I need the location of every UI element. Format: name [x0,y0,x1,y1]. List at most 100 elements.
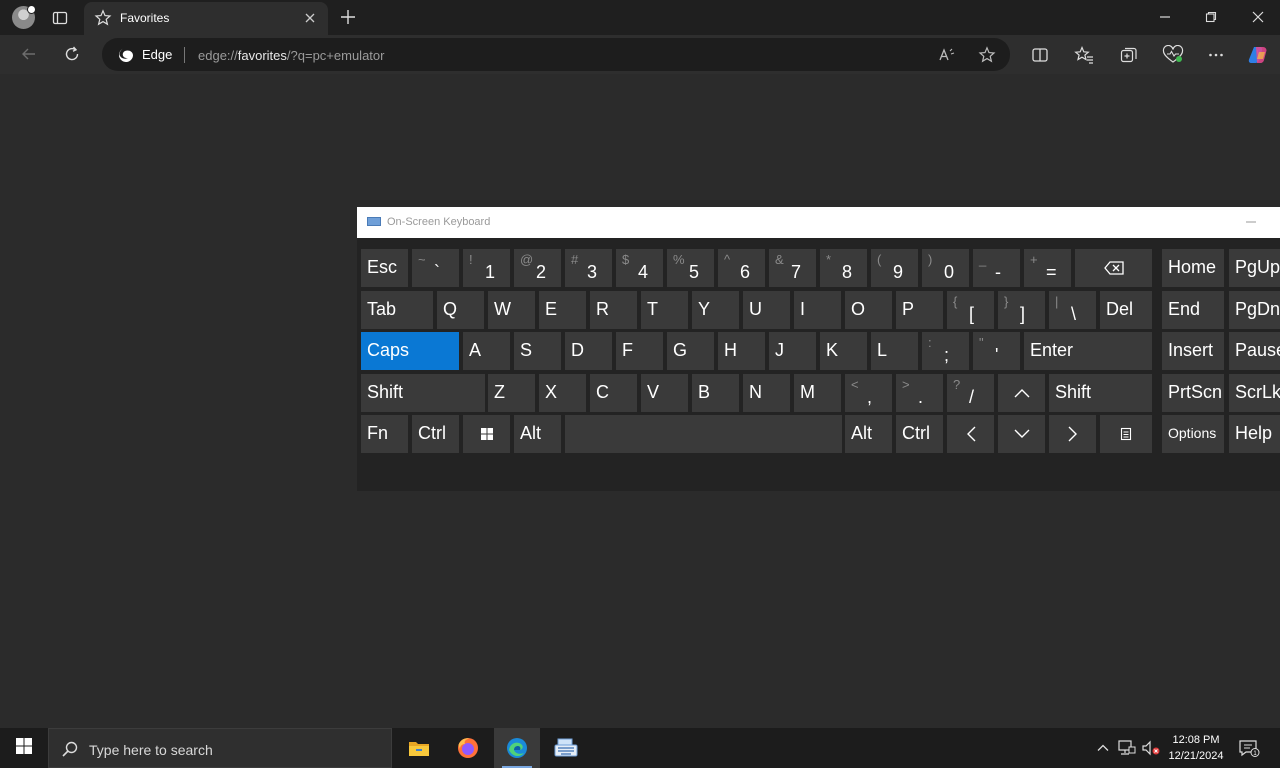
key-7[interactable]: & 7 [769,249,816,287]
key-home[interactable]: Home [1162,249,1224,287]
key-i[interactable]: I [794,291,841,329]
key-shift[interactable]: Shift [361,374,485,412]
firefox-icon[interactable] [445,728,491,768]
notification-center-icon[interactable]: 1 [1238,738,1260,758]
tab-actions-icon[interactable] [50,8,70,28]
key-a[interactable]: A [463,332,510,370]
key-shift[interactable]: Shift [1049,374,1152,412]
browser-essentials-icon[interactable] [1161,43,1185,67]
key-0[interactable]: ) 0 [922,249,969,287]
key-ctrl[interactable]: Ctrl [896,415,943,453]
key-fn[interactable]: Fn [361,415,408,453]
minimize-button[interactable] [1150,6,1180,28]
key-enter[interactable]: Enter [1024,332,1152,370]
key-q[interactable]: Q [437,291,484,329]
tab-favorites[interactable]: Favorites [84,2,328,35]
key-pgup[interactable]: PgUp [1229,249,1280,287]
key-quote[interactable]: " ' [973,332,1020,370]
settings-more-icon[interactable] [1204,43,1228,67]
key-c[interactable]: C [590,374,637,412]
key-backslash[interactable]: | \ [1049,291,1096,329]
show-hidden-icons-chevron-icon[interactable] [1093,738,1113,758]
address-bar[interactable]: Edge edge://favorites/?q=pc+emulator [102,38,1010,71]
favorites-icon[interactable] [1072,43,1096,67]
key-equals[interactable]: + = [1024,249,1071,287]
key-v[interactable]: V [641,374,688,412]
key-k[interactable]: K [820,332,867,370]
osk-minimize-button[interactable] [1245,215,1257,227]
key-u[interactable]: U [743,291,790,329]
key-pgdn[interactable]: PgDn [1229,291,1280,329]
key-semicolon[interactable]: :; [922,332,969,370]
key-alt[interactable]: Alt [514,415,561,453]
key-space[interactable] [565,415,842,453]
key-pause[interactable]: Pause [1229,332,1280,370]
key-6[interactable]: ^ 6 [718,249,765,287]
key-r[interactable]: R [590,291,637,329]
network-icon[interactable] [1117,738,1137,758]
key-backspace[interactable] [1075,249,1152,287]
key-j[interactable]: J [769,332,816,370]
key-9[interactable]: (9 [871,249,918,287]
key-3[interactable]: #3 [565,249,612,287]
key-4[interactable]: $4 [616,249,663,287]
key-options[interactable]: Options [1162,415,1224,453]
key-lbracket[interactable]: {[ [947,291,994,329]
key-esc[interactable]: Esc [361,249,408,287]
key-b[interactable]: B [692,374,739,412]
key-y[interactable]: Y [692,291,739,329]
key-slash[interactable]: ? / [947,374,994,412]
key-2[interactable]: @2 [514,249,561,287]
key--[interactable]: _ - [973,249,1020,287]
refresh-button[interactable] [59,42,85,66]
back-button[interactable] [16,42,42,66]
key-prtscn[interactable]: PrtScn [1162,374,1224,412]
key-alt[interactable]: Alt [845,415,892,453]
key-help[interactable]: Help [1229,415,1280,453]
key-h[interactable]: H [718,332,765,370]
key-g[interactable]: G [667,332,714,370]
file-explorer-icon[interactable] [396,728,442,768]
start-button[interactable] [0,728,48,768]
key-arrow-left[interactable] [947,415,994,453]
key-1[interactable]: ! 1 [463,249,510,287]
read-aloud-icon[interactable] [936,44,958,66]
copilot-icon[interactable] [1246,43,1270,67]
taskbar-clock[interactable]: 12:08 PM 12/21/2024 [1164,732,1228,764]
edge-taskbar-icon[interactable] [494,728,540,768]
close-tab-icon[interactable] [302,10,318,26]
key-w[interactable]: W [488,291,535,329]
key-d[interactable]: D [565,332,612,370]
key-5[interactable]: % 5 [667,249,714,287]
profile-avatar-icon[interactable] [12,5,36,29]
key-rbracket[interactable]: }] [998,291,1045,329]
key-x[interactable]: X [539,374,586,412]
key-e[interactable]: E [539,291,586,329]
key-z[interactable]: Z [488,374,535,412]
key-tab[interactable]: Tab [361,291,433,329]
key-ctrl[interactable]: Ctrl [412,415,459,453]
key-n[interactable]: N [743,374,790,412]
taskbar-search-box[interactable]: Type here to search [48,728,392,768]
key-scrlk[interactable]: ScrLk [1229,374,1280,412]
key-comma[interactable]: <, [845,374,892,412]
restore-button[interactable] [1196,6,1226,28]
key-8[interactable]: * 8 [820,249,867,287]
add-favorite-icon[interactable] [976,44,998,66]
close-window-button[interactable] [1243,6,1273,28]
on-screen-keyboard-taskbar-icon[interactable] [543,728,589,768]
key-f[interactable]: F [616,332,663,370]
key-arrow-down[interactable] [998,415,1045,453]
key-windows[interactable] [463,415,510,453]
collections-icon[interactable] [1117,43,1141,67]
key-period[interactable]: >. [896,374,943,412]
key-l[interactable]: L [871,332,918,370]
key-del[interactable]: Del [1100,291,1152,329]
key-end[interactable]: End [1162,291,1224,329]
key-o[interactable]: O [845,291,892,329]
new-tab-button[interactable] [338,7,358,27]
key-insert[interactable]: Insert [1162,332,1224,370]
key-p[interactable]: P [896,291,943,329]
key-s[interactable]: S [514,332,561,370]
key-caps[interactable]: Caps [361,332,459,370]
